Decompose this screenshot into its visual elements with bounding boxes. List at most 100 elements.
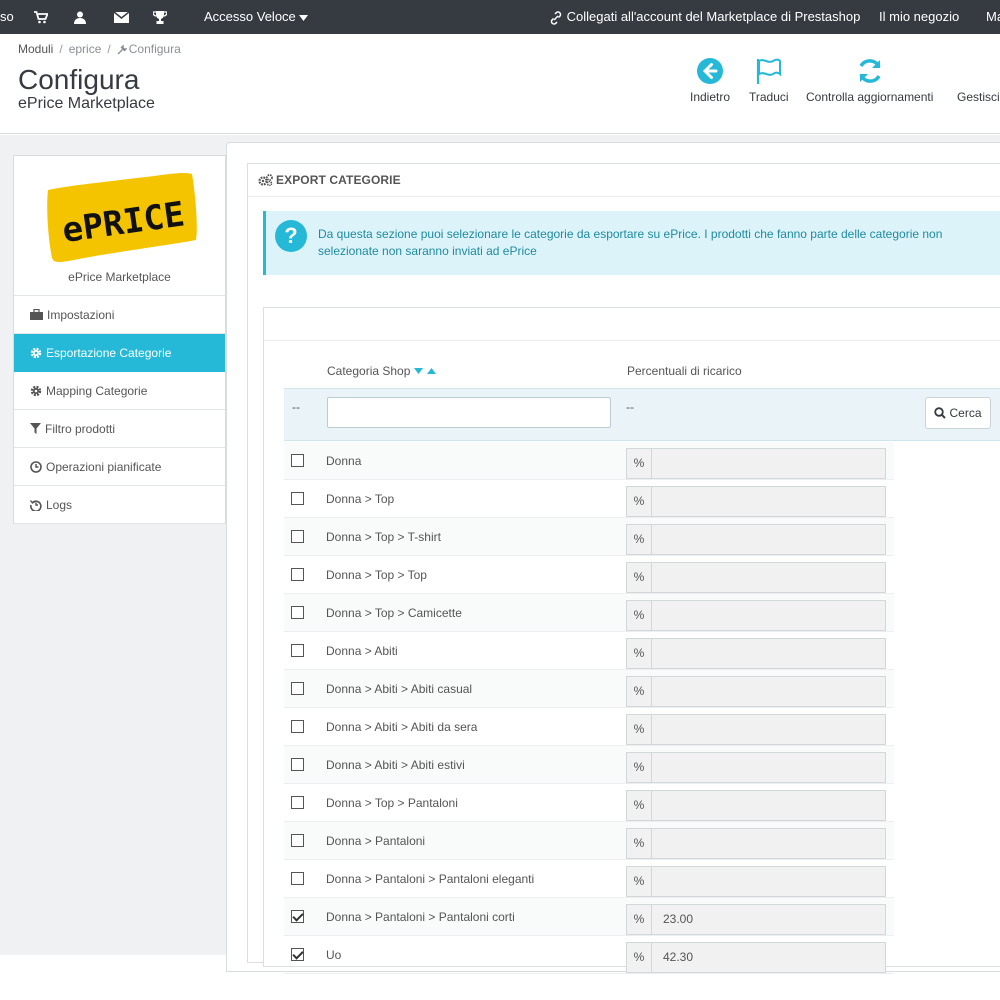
table-row: Donna > Top% <box>284 480 894 518</box>
percent-addon: % <box>627 525 652 554</box>
orders-cart-icon[interactable] <box>34 0 49 34</box>
check-updates-button[interactable]: Controlla aggiornamenti <box>806 56 933 104</box>
percent-input[interactable]: % <box>626 676 886 707</box>
category-name: Donna > Top > Pantaloni <box>326 796 458 810</box>
percent-input[interactable]: % <box>626 524 886 555</box>
table-row: Donna > Pantaloni > Pantaloni corti % 23.0… <box>284 898 894 936</box>
row-checkbox[interactable] <box>291 948 304 961</box>
percent-input[interactable]: % 42.30 <box>626 942 886 973</box>
topbar-left-fragment[interactable]: so <box>0 0 14 34</box>
sidebar-item-mapping-categorie[interactable]: Mapping Categorie <box>14 372 225 410</box>
page-subtitle: ePrice Marketplace <box>18 95 155 112</box>
table-row: Donna > Top > Camicette% <box>284 594 894 632</box>
sidebar-item-label: Logs <box>46 498 73 512</box>
sidebar-item-filtro-prodotti[interactable]: Filtro prodotti <box>14 410 225 448</box>
percent-addon: % <box>627 753 652 782</box>
sidebar-item-impostazioni[interactable]: Impostazioni <box>14 296 225 334</box>
percent-input[interactable]: % <box>626 714 886 745</box>
marketplace-connect-label: Collegati all'account del Marketplace di… <box>566 9 861 24</box>
table-row: Donna > Abiti% <box>284 632 894 670</box>
manage-button[interactable]: Gestisci <box>957 56 1000 104</box>
filter-dash: -- <box>292 400 300 414</box>
category-name: Uo <box>326 948 342 962</box>
table-row: Donna > Abiti > Abiti casual% <box>284 670 894 708</box>
table-row: Donna > Top > T-shirt% <box>284 518 894 556</box>
briefcase-icon <box>30 309 43 321</box>
topbar-right-fragment[interactable]: Ma <box>986 0 1000 34</box>
module-logo-area: ePRICE ePrice Marketplace <box>14 156 225 296</box>
refresh-icon <box>859 59 881 83</box>
breadcrumb-separator: / <box>107 42 111 56</box>
back-label: Indietro <box>690 90 731 104</box>
category-name: Donna > Top <box>326 492 395 506</box>
sidebar-item-logs[interactable]: Logs <box>14 486 225 524</box>
page-header: Moduli / eprice / Configura Configura ePrice… <box>0 34 1000 134</box>
row-checkbox[interactable] <box>291 910 304 923</box>
percent-input[interactable]: % <box>626 638 886 669</box>
breadcrumb-modules[interactable]: Moduli <box>18 42 53 56</box>
top-navbar: so Accesso Veloce Collegati all'account … <box>0 0 1000 34</box>
sidebar-item-operazioni-pianificate[interactable]: Operazioni pianificate <box>14 448 225 486</box>
sidebar-item-esportazione-categorie[interactable]: Esportazione Categorie <box>14 334 225 372</box>
translate-label: Traduci <box>749 90 789 104</box>
sort-arrows-icon[interactable] <box>413 367 436 375</box>
question-circle-icon: ? <box>275 220 307 252</box>
page-title: Configura <box>18 64 140 95</box>
row-checkbox[interactable] <box>291 758 304 771</box>
translate-button[interactable]: Traduci <box>749 56 789 104</box>
percent-input[interactable]: % <box>626 562 886 593</box>
row-checkbox[interactable] <box>291 454 304 467</box>
percent-addon: % <box>627 905 652 934</box>
percent-addon: % <box>627 677 652 706</box>
percent-addon: % <box>627 867 652 896</box>
card-header: EXPORT CATEGORIE <box>248 164 1000 197</box>
percent-input[interactable]: % <box>626 486 886 517</box>
percent-input[interactable]: % <box>626 600 886 631</box>
row-checkbox[interactable] <box>291 796 304 809</box>
customers-user-icon[interactable] <box>74 0 86 34</box>
quick-access-menu[interactable]: Accesso Veloce <box>204 0 309 34</box>
breadcrumb-current-label: Configura <box>128 42 181 56</box>
row-checkbox[interactable] <box>291 720 304 733</box>
search-button[interactable]: Cerca <box>925 397 991 429</box>
category-filter-input[interactable] <box>327 397 611 428</box>
back-button[interactable]: Indietro <box>690 56 730 104</box>
percent-addon: % <box>627 943 652 972</box>
row-checkbox[interactable] <box>291 644 304 657</box>
table-row: Donna > Top > Pantaloni% <box>284 784 894 822</box>
column-category-label: Categoria Shop <box>327 364 411 378</box>
row-checkbox[interactable] <box>291 568 304 581</box>
column-header-category[interactable]: Categoria Shop <box>327 364 436 378</box>
percent-input[interactable]: % 23.00 <box>626 904 886 935</box>
category-name: Donna <box>326 454 362 468</box>
manage-icon-placeholder <box>957 56 1000 86</box>
messages-envelope-icon[interactable] <box>113 0 130 34</box>
gear-icon <box>30 385 42 397</box>
marketplace-connect-link[interactable]: Collegati all'account del Marketplace di… <box>549 0 860 34</box>
trophy-icon[interactable] <box>152 0 168 34</box>
row-checkbox[interactable] <box>291 834 304 847</box>
breadcrumb-module[interactable]: eprice <box>69 42 102 56</box>
percent-input[interactable]: % <box>626 448 886 479</box>
sidebar-item-label: Filtro prodotti <box>45 422 116 436</box>
percent-input[interactable]: % <box>626 828 886 859</box>
row-checkbox[interactable] <box>291 492 304 505</box>
percent-input[interactable]: % <box>626 752 886 783</box>
filter-icon <box>30 423 41 435</box>
breadcrumb-separator: / <box>59 42 63 56</box>
gear-icon <box>30 347 42 359</box>
category-name: Donna > Pantaloni > Pantaloni corti <box>326 910 515 924</box>
row-checkbox[interactable] <box>291 682 304 695</box>
table-row: Donna > Abiti > Abiti da sera% <box>284 708 894 746</box>
row-checkbox[interactable] <box>291 530 304 543</box>
percent-addon: % <box>627 487 652 516</box>
percent-input[interactable]: % <box>626 790 886 821</box>
row-checkbox[interactable] <box>291 872 304 885</box>
percent-input[interactable]: % <box>626 866 886 897</box>
table-row: Donna > Abiti > Abiti estivi% <box>284 746 894 784</box>
my-shop-link[interactable]: Il mio negozio <box>879 0 959 34</box>
arrow-left-circle-icon <box>697 58 724 84</box>
percent-addon: % <box>627 791 652 820</box>
percent-addon: % <box>627 449 652 478</box>
row-checkbox[interactable] <box>291 606 304 619</box>
